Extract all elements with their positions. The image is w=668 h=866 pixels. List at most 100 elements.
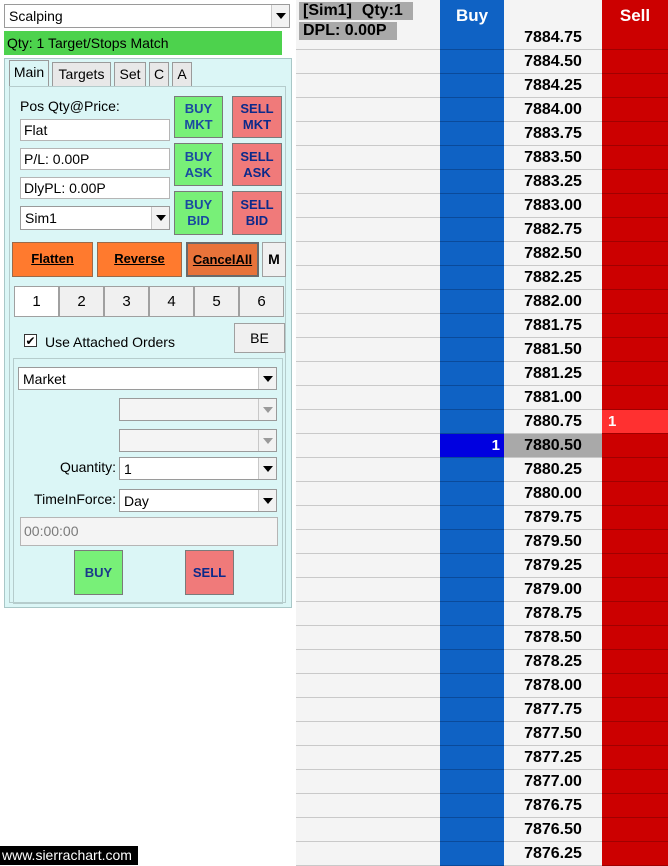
- ladder-buy-cell[interactable]: [440, 362, 504, 386]
- qty-preset-5-button[interactable]: 5: [194, 286, 239, 317]
- ladder-sell-cell[interactable]: [602, 770, 668, 794]
- best-ask-cell[interactable]: 1: [602, 410, 668, 434]
- chevron-down-icon[interactable]: [271, 5, 289, 27]
- ladder-row[interactable]: 7883.50: [296, 146, 668, 170]
- ladder-sell-cell[interactable]: [602, 554, 668, 578]
- breakeven-button[interactable]: BE: [234, 323, 285, 353]
- ladder-buy-cell[interactable]: [440, 50, 504, 74]
- ladder-buy-cell[interactable]: [440, 746, 504, 770]
- sell-ask-button[interactable]: SELL ASK: [232, 143, 282, 186]
- ladder-sell-cell[interactable]: [602, 506, 668, 530]
- ladder-row[interactable]: 7878.25: [296, 650, 668, 674]
- ladder-row[interactable]: 7884.25: [296, 74, 668, 98]
- sell-bid-button[interactable]: SELL BID: [232, 191, 282, 235]
- ladder-buy-cell[interactable]: [440, 674, 504, 698]
- ladder-sell-cell[interactable]: [602, 386, 668, 410]
- reverse-button[interactable]: Reverse: [97, 242, 182, 277]
- account-select[interactable]: Sim1: [20, 206, 170, 230]
- ladder-sell-cell[interactable]: [602, 842, 668, 866]
- cancel-all-button[interactable]: CancelAll: [186, 242, 259, 277]
- ladder-row[interactable]: 7878.00: [296, 674, 668, 698]
- ladder-row[interactable]: 7882.25: [296, 266, 668, 290]
- ladder-buy-cell[interactable]: [440, 794, 504, 818]
- ladder-sell-cell[interactable]: [602, 458, 668, 482]
- ladder-row[interactable]: 7876.75: [296, 794, 668, 818]
- use-attached-orders-checkbox[interactable]: ✔: [24, 334, 37, 347]
- ladder-buy-cell[interactable]: [440, 98, 504, 122]
- ladder-row[interactable]: 7878.75: [296, 602, 668, 626]
- ladder-buy-cell[interactable]: [440, 650, 504, 674]
- ladder-buy-cell[interactable]: [440, 386, 504, 410]
- ladder-buy-cell[interactable]: [440, 314, 504, 338]
- qty-preset-1-button[interactable]: 1: [14, 286, 59, 317]
- ladder-row[interactable]: 7883.75: [296, 122, 668, 146]
- ladder-sell-cell[interactable]: [602, 266, 668, 290]
- ladder-buy-cell[interactable]: [440, 602, 504, 626]
- ladder-buy-cell[interactable]: [440, 842, 504, 866]
- ladder-sell-cell[interactable]: [602, 746, 668, 770]
- ladder-sell-cell[interactable]: [602, 50, 668, 74]
- qty-preset-2-button[interactable]: 2: [59, 286, 104, 317]
- price-ladder[interactable]: 7884.75 7884.50 7884.25 7884.00 7883.75 7883.…: [296, 0, 668, 866]
- ladder-sell-cell[interactable]: [602, 74, 668, 98]
- ladder-row[interactable]: 7876.50: [296, 818, 668, 842]
- ladder-row[interactable]: 7879.50: [296, 530, 668, 554]
- tab-targets[interactable]: Targets: [52, 62, 111, 86]
- ladder-row[interactable]: 7883.25: [296, 170, 668, 194]
- ladder-row[interactable]: 7879.25: [296, 554, 668, 578]
- ladder-sell-cell[interactable]: [602, 194, 668, 218]
- m-button[interactable]: M: [262, 242, 286, 277]
- ladder-buy-cell[interactable]: [440, 722, 504, 746]
- ladder-buy-cell[interactable]: [440, 218, 504, 242]
- ladder-row[interactable]: 7877.00: [296, 770, 668, 794]
- ladder-buy-cell[interactable]: [440, 338, 504, 362]
- buy-order-button[interactable]: BUY: [74, 550, 123, 595]
- time-in-force-select[interactable]: Day: [119, 489, 277, 512]
- ladder-sell-cell[interactable]: [602, 794, 668, 818]
- ladder-sell-cell[interactable]: [602, 434, 668, 458]
- ladder-buy-cell[interactable]: [440, 506, 504, 530]
- ladder-buy-cell[interactable]: [440, 146, 504, 170]
- ladder-sell-cell[interactable]: [602, 218, 668, 242]
- qty-preset-4-button[interactable]: 4: [149, 286, 194, 317]
- ladder-sell-cell[interactable]: [602, 626, 668, 650]
- sell-order-button[interactable]: SELL: [185, 550, 234, 595]
- flatten-button[interactable]: Flatten: [12, 242, 93, 277]
- ladder-row[interactable]: 7880.75 1: [296, 410, 668, 434]
- ladder-buy-cell[interactable]: [440, 458, 504, 482]
- ladder-buy-cell[interactable]: [440, 170, 504, 194]
- ladder-row[interactable]: 7882.50: [296, 242, 668, 266]
- ladder-buy-cell[interactable]: [440, 242, 504, 266]
- ladder-sell-cell[interactable]: [602, 170, 668, 194]
- ladder-sell-cell[interactable]: [602, 122, 668, 146]
- buy-market-button[interactable]: BUY MKT: [174, 96, 223, 138]
- tab-a[interactable]: A: [172, 62, 192, 86]
- ladder-row[interactable]: 7879.75: [296, 506, 668, 530]
- ladder-row[interactable]: 7879.00: [296, 578, 668, 602]
- ladder-sell-cell[interactable]: [602, 290, 668, 314]
- ladder-sell-cell[interactable]: [602, 362, 668, 386]
- buy-ask-button[interactable]: BUY ASK: [174, 143, 223, 186]
- ladder-row[interactable]: 1 7880.50: [296, 434, 668, 458]
- ladder-row[interactable]: 7882.75: [296, 218, 668, 242]
- tab-main[interactable]: Main: [9, 60, 49, 87]
- ladder-buy-cell[interactable]: [440, 266, 504, 290]
- best-bid-cell[interactable]: 1: [440, 434, 504, 458]
- ladder-sell-cell[interactable]: [602, 242, 668, 266]
- ladder-buy-cell[interactable]: [440, 74, 504, 98]
- ladder-row[interactable]: 7881.25: [296, 362, 668, 386]
- ladder-row[interactable]: 7884.50: [296, 50, 668, 74]
- ladder-row[interactable]: 7881.50: [296, 338, 668, 362]
- buy-column-header[interactable]: Buy: [440, 0, 504, 30]
- tab-set[interactable]: Set: [114, 62, 146, 86]
- chevron-down-icon[interactable]: [258, 490, 276, 511]
- ladder-sell-cell[interactable]: [602, 650, 668, 674]
- ladder-sell-cell[interactable]: [602, 722, 668, 746]
- ladder-buy-cell[interactable]: [440, 770, 504, 794]
- chevron-down-icon[interactable]: [151, 207, 169, 229]
- ladder-buy-cell[interactable]: [440, 122, 504, 146]
- qty-preset-3-button[interactable]: 3: [104, 286, 149, 317]
- ladder-row[interactable]: 7884.00: [296, 98, 668, 122]
- ladder-row[interactable]: 7881.00: [296, 386, 668, 410]
- ladder-sell-cell[interactable]: [602, 674, 668, 698]
